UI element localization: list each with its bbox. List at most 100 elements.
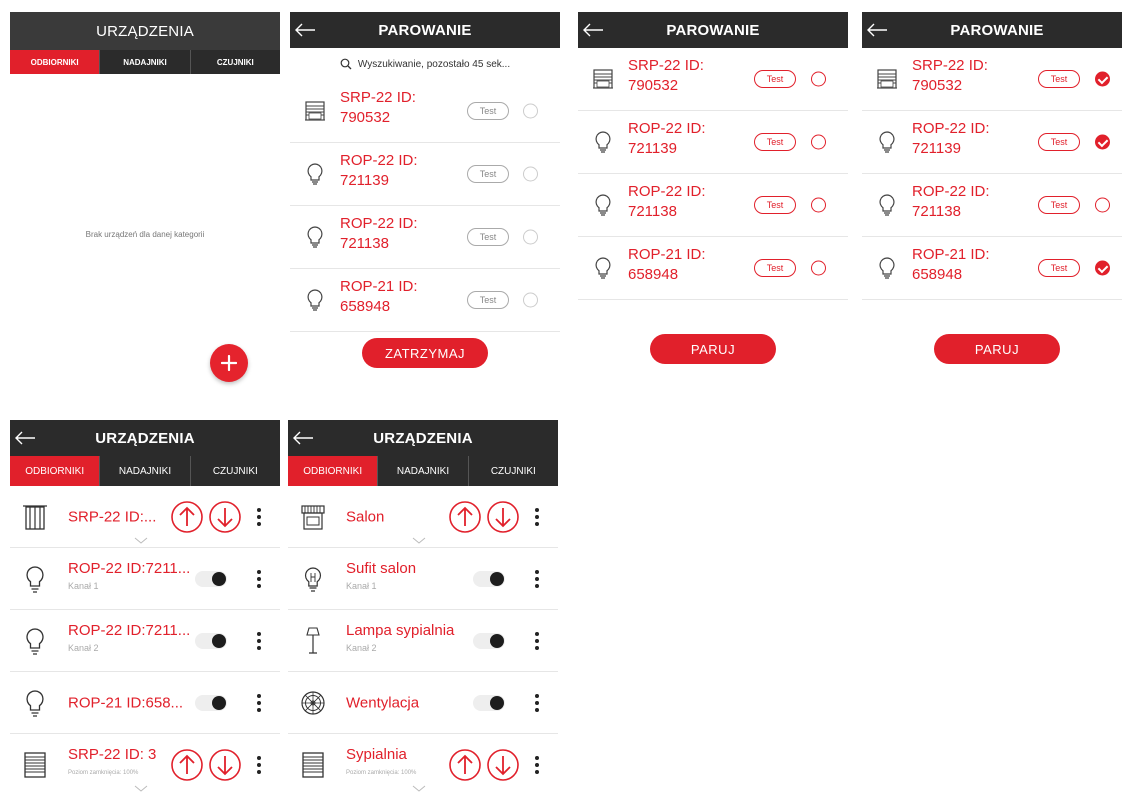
device-row[interactable]: SRP-22 ID: 3 Poziom zamknięcia: 100%: [10, 734, 280, 792]
lightbulb-icon: [307, 289, 323, 311]
device-row[interactable]: ROP-22 ID:7211... Kanał 1: [10, 548, 280, 610]
test-button[interactable]: Test: [467, 291, 509, 309]
header-bar: PAROWANIE: [290, 12, 560, 48]
device-name: Sypialnia: [346, 746, 407, 763]
closure-level: Poziom zamknięcia: 100%: [346, 770, 417, 776]
arrow-down-icon[interactable]: [208, 500, 242, 534]
back-arrow-icon[interactable]: [292, 430, 314, 446]
more-options-icon[interactable]: [254, 693, 264, 713]
device-row[interactable]: Sufit salon Kanał 1: [288, 548, 558, 610]
device-row[interactable]: ROP-21 ID:658...: [10, 672, 280, 734]
pair-button[interactable]: PARUJ: [934, 334, 1060, 364]
device-name: SRP-22 ID: 790532: [628, 57, 704, 94]
stop-search-button[interactable]: ZATRZYMAJ: [362, 338, 488, 368]
devices-empty-screen: URZĄDZENIA ODBIORNIKI NADAJNIKI CZUJNIKI…: [10, 12, 280, 392]
power-toggle[interactable]: [195, 632, 227, 649]
power-toggle[interactable]: [195, 694, 227, 711]
select-checkbox-checked[interactable]: [1095, 134, 1110, 150]
arrow-down-icon[interactable]: [208, 748, 242, 782]
test-button[interactable]: Test: [754, 70, 796, 88]
select-checkbox-checked[interactable]: [1095, 260, 1110, 276]
device-row[interactable]: ROP-22 ID:7211... Kanał 2: [10, 610, 280, 672]
device-name: ROP-22 ID: 721139: [628, 120, 706, 157]
chevron-down-icon[interactable]: [134, 785, 148, 792]
test-button[interactable]: Test: [1038, 70, 1080, 88]
pairing-row: ROP-22 ID: 721139 Test: [862, 111, 1122, 174]
more-options-icon[interactable]: [532, 507, 542, 527]
more-options-icon[interactable]: [254, 755, 264, 775]
more-options-icon[interactable]: [532, 755, 542, 775]
tab-odbiorniki[interactable]: ODBIORNIKI: [10, 50, 100, 74]
back-arrow-icon[interactable]: [582, 22, 604, 38]
header-bar: URZĄDZENIA: [288, 420, 558, 456]
power-toggle[interactable]: [473, 570, 505, 587]
pair-button[interactable]: PARUJ: [650, 334, 776, 364]
device-row[interactable]: SRP-22 ID:...: [10, 486, 280, 548]
tab-odbiorniki[interactable]: ODBIORNIKI: [288, 456, 378, 486]
more-options-icon[interactable]: [532, 693, 542, 713]
tab-nadajniki[interactable]: NADAJNIKI: [99, 50, 189, 74]
select-radio[interactable]: [523, 166, 538, 182]
roller-blind-icon: [24, 751, 46, 778]
ceiling-bulb-icon: [304, 566, 322, 592]
device-row[interactable]: Salon: [288, 486, 558, 548]
test-button[interactable]: Test: [1038, 259, 1080, 277]
device-row[interactable]: Wentylacja: [288, 672, 558, 734]
power-toggle[interactable]: [473, 632, 505, 649]
test-button[interactable]: Test: [467, 165, 509, 183]
chevron-down-icon[interactable]: [134, 537, 148, 544]
test-button[interactable]: Test: [1038, 133, 1080, 151]
chevron-down-icon[interactable]: [412, 785, 426, 792]
device-channel: Kanał 1: [68, 581, 99, 591]
select-radio[interactable]: [811, 134, 826, 150]
select-radio[interactable]: [523, 292, 538, 308]
tab-nadajniki[interactable]: NADAJNIKI: [377, 456, 467, 486]
device-row[interactable]: Sypialnia Poziom zamknięcia: 100%: [288, 734, 558, 792]
page-title: PAROWANIE: [950, 21, 1044, 39]
test-button[interactable]: Test: [754, 259, 796, 277]
select-radio[interactable]: [811, 197, 826, 213]
arrow-up-icon[interactable]: [170, 748, 204, 782]
test-button[interactable]: Test: [1038, 196, 1080, 214]
select-radio[interactable]: [523, 229, 538, 245]
more-options-icon[interactable]: [532, 631, 542, 651]
chevron-down-icon[interactable]: [412, 537, 426, 544]
arrow-down-icon[interactable]: [486, 748, 520, 782]
select-radio[interactable]: [1095, 197, 1110, 213]
select-radio[interactable]: [811, 71, 826, 87]
arrow-up-icon[interactable]: [170, 500, 204, 534]
roller-shutter-icon: [593, 69, 613, 89]
more-options-icon[interactable]: [254, 507, 264, 527]
test-button[interactable]: Test: [467, 102, 509, 120]
test-button[interactable]: Test: [467, 228, 509, 246]
more-options-icon[interactable]: [254, 631, 264, 651]
arrow-up-icon[interactable]: [448, 500, 482, 534]
more-options-icon[interactable]: [254, 569, 264, 589]
arrow-up-icon[interactable]: [448, 748, 482, 782]
tab-czujniki[interactable]: CZUJNIKI: [189, 456, 280, 486]
more-options-icon[interactable]: [532, 569, 542, 589]
tab-czujniki[interactable]: CZUJNIKI: [467, 456, 558, 486]
tab-odbiorniki[interactable]: ODBIORNIKI: [10, 456, 100, 486]
back-arrow-icon[interactable]: [14, 430, 36, 446]
test-button[interactable]: Test: [754, 196, 796, 214]
pairing-select-screen: PAROWANIE SRP-22 ID: 790532 Test ROP-22 I…: [578, 12, 848, 372]
back-arrow-icon[interactable]: [294, 22, 316, 38]
device-row[interactable]: Lampa sypialnia Kanał 2: [288, 610, 558, 672]
power-toggle[interactable]: [195, 570, 227, 587]
add-device-button[interactable]: [210, 344, 248, 382]
search-status: Wyszukiwanie, pozostało 45 sek...: [290, 48, 560, 80]
page-title: PAROWANIE: [666, 21, 760, 39]
lightbulb-icon: [595, 131, 611, 153]
device-name: ROP-22 ID: 721139: [912, 120, 990, 157]
select-checkbox-checked[interactable]: [1095, 71, 1110, 87]
tab-czujniki[interactable]: CZUJNIKI: [189, 50, 280, 74]
select-radio[interactable]: [523, 103, 538, 119]
test-button[interactable]: Test: [754, 133, 796, 151]
select-radio[interactable]: [811, 260, 826, 276]
back-arrow-icon[interactable]: [866, 22, 888, 38]
tab-nadajniki[interactable]: NADAJNIKI: [99, 456, 189, 486]
pairing-row: ROP-21 ID: 658948 Test: [290, 269, 560, 332]
arrow-down-icon[interactable]: [486, 500, 520, 534]
power-toggle[interactable]: [473, 694, 505, 711]
